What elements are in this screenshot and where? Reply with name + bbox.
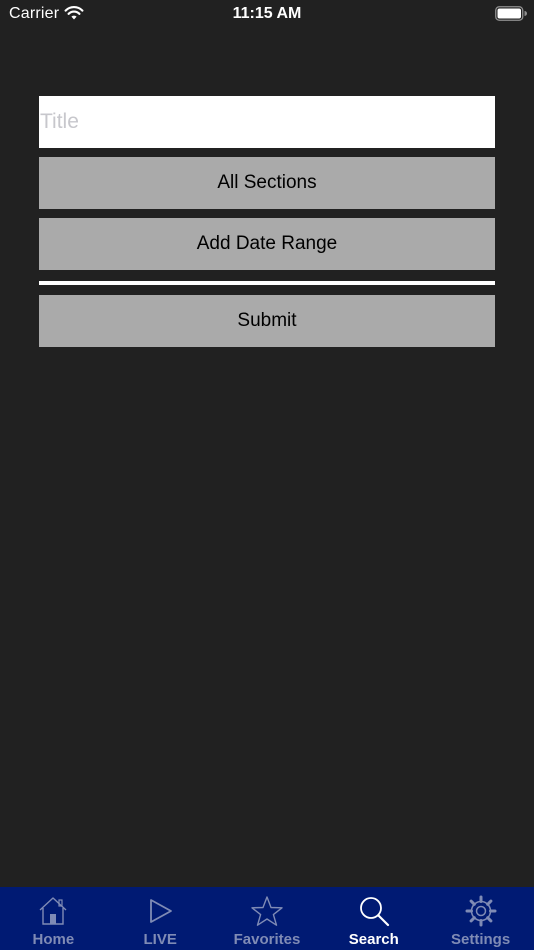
all-sections-button[interactable]: All Sections [39, 157, 495, 209]
tab-home-label: Home [32, 931, 75, 948]
tab-search[interactable]: Search [320, 887, 427, 950]
status-bar: Carrier 11:15 AM [0, 0, 534, 30]
tab-bar: Home LIVE Favorites Search Settings [0, 887, 534, 950]
tab-favorites[interactable]: Favorites [214, 887, 321, 950]
all-sections-label: All Sections [217, 172, 317, 193]
battery-icon [495, 6, 527, 21]
clock: 11:15 AM [232, 5, 302, 22]
submit-label: Submit [237, 310, 297, 331]
tab-settings[interactable]: Settings [427, 887, 534, 950]
tab-live[interactable]: LIVE [107, 887, 214, 950]
submit-button[interactable]: Submit [39, 295, 495, 347]
tab-home[interactable]: Home [0, 887, 107, 950]
tab-settings-label: Settings [450, 931, 511, 948]
tab-live-label: LIVE [143, 931, 177, 948]
gear-icon [465, 895, 497, 927]
play-icon [150, 899, 173, 923]
search-icon [359, 897, 389, 927]
add-date-range-label: Add Date Range [196, 233, 338, 254]
divider [39, 281, 495, 285]
search-form: All Sections Add Date Range Submit [39, 96, 495, 347]
tab-search-label: Search [348, 931, 399, 948]
home-icon [39, 897, 67, 925]
tab-favorites-label: Favorites [233, 931, 301, 948]
star-icon [251, 896, 283, 926]
add-date-range-button[interactable]: Add Date Range [39, 218, 495, 270]
title-input[interactable] [39, 96, 495, 148]
